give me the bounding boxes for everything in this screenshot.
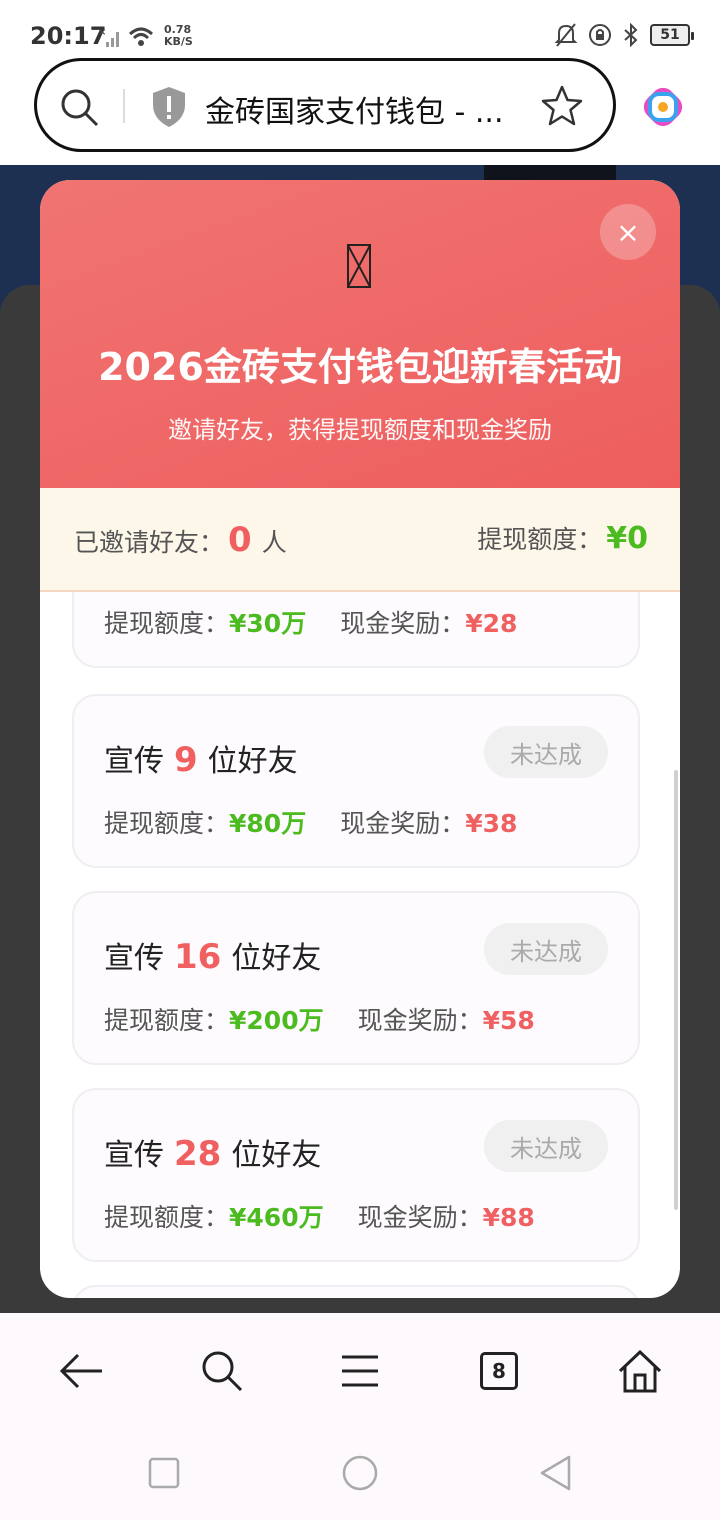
task-count: 9 xyxy=(174,740,198,780)
invited-unit: 人 xyxy=(261,528,287,557)
task-list[interactable]: 提现额度： ¥30万 现金奖励： ¥28 宣传 9 位好友 未达成 提现额度： … xyxy=(40,592,680,1298)
network-indicators: × 0.78 KB/S xyxy=(98,24,193,48)
task-suffix: 位好友 xyxy=(207,744,298,779)
quota-reward-label: 提现额度： xyxy=(104,1203,230,1232)
cash-reward-value: ¥58 xyxy=(482,1006,535,1035)
modal-subtitle: 邀请好友，获得提现额度和现金奖励 xyxy=(168,416,552,444)
withdraw-quota-stat: 提现额度： ¥0 xyxy=(477,520,648,556)
task-card: 宣传 28 位好友 未达成 提现额度： ¥460万 现金奖励： ¥88 xyxy=(72,1088,640,1262)
back-button[interactable] xyxy=(54,1343,110,1399)
task-rewards: 提现额度： ¥200万 现金奖励： ¥58 xyxy=(104,1001,535,1037)
lock-rotation-icon xyxy=(589,24,611,46)
status-bar: 20:17 × 0.78 KB/S 51 xyxy=(0,0,720,60)
cash-reward-value: ¥28 xyxy=(465,609,518,638)
modal-header: × 2026金砖支付钱包迎新春活动 邀请好友，获得提现额度和现金奖励 xyxy=(40,180,680,488)
back-system-button[interactable] xyxy=(536,1453,576,1493)
shield-warning-icon[interactable] xyxy=(149,85,189,129)
net-speed: 0.78 KB/S xyxy=(164,24,193,48)
task-title: 宣传 16 位好友 xyxy=(104,933,321,977)
task-suffix: 位好友 xyxy=(231,941,322,976)
task-title: 宣传 9 位好友 xyxy=(104,736,298,780)
quota-value: ¥0 xyxy=(606,521,648,556)
address-bar[interactable]: 金砖国家支付钱包 - ... xyxy=(34,58,616,152)
invited-count: 0 xyxy=(228,520,252,560)
status-badge: 未达成 xyxy=(484,726,608,778)
cash-reward-label: 现金奖励： xyxy=(340,809,466,838)
invite-stats: 已邀请好友： 0 人 提现额度： ¥0 xyxy=(40,488,680,592)
home-system-button[interactable] xyxy=(340,1453,380,1493)
quota-reward-value: ¥460万 xyxy=(229,1203,324,1232)
status-badge: 未达成 xyxy=(484,1120,608,1172)
task-count: 28 xyxy=(174,1134,222,1174)
menu-icon xyxy=(342,1355,378,1387)
menu-button[interactable] xyxy=(332,1343,388,1399)
cash-reward-value: ¥88 xyxy=(482,1203,535,1232)
home-circle-icon xyxy=(342,1455,378,1491)
page-title[interactable]: 金砖国家支付钱包 - ... xyxy=(205,87,504,131)
search-icon[interactable] xyxy=(59,87,101,129)
home-icon xyxy=(618,1349,662,1393)
close-button[interactable]: × xyxy=(600,204,656,260)
browser-toolbar: 8 xyxy=(0,1313,720,1425)
scrollbar[interactable] xyxy=(674,770,678,1210)
task-rewards: 提现额度： ¥80万 现金奖励： ¥38 xyxy=(104,804,517,840)
quota-reward-value: ¥200万 xyxy=(229,1006,324,1035)
cash-reward-label: 现金奖励： xyxy=(357,1006,483,1035)
battery-icon: 51 xyxy=(650,24,694,46)
search-icon xyxy=(202,1351,243,1392)
search-button[interactable] xyxy=(194,1343,250,1399)
quota-reward-label: 提现额度： xyxy=(104,609,230,638)
task-card xyxy=(72,1285,640,1298)
missing-glyph-icon xyxy=(347,244,371,288)
cash-reward-label: 现金奖励： xyxy=(357,1203,483,1232)
task-prefix: 宣传 xyxy=(104,744,164,779)
task-prefix: 宣传 xyxy=(104,941,164,976)
back-arrow-icon xyxy=(59,1353,102,1389)
cash-reward-label: 现金奖励： xyxy=(340,609,466,638)
bell-muted-icon xyxy=(554,23,578,47)
back-triangle-icon xyxy=(540,1455,571,1491)
promo-modal: × 2026金砖支付钱包迎新春活动 邀请好友，获得提现额度和现金奖励 已邀请好友… xyxy=(40,180,680,1298)
status-badge: 未达成 xyxy=(484,923,608,975)
task-rewards: 提现额度： ¥30万 现金奖励： ¥28 xyxy=(104,604,517,640)
signal-icon: × xyxy=(98,27,119,47)
tabs-button[interactable]: 8 xyxy=(471,1343,527,1399)
tabs-count: 8 xyxy=(480,1352,518,1390)
quota-reward-value: ¥80万 xyxy=(229,809,307,838)
battery-level: 51 xyxy=(660,27,680,43)
browser-extension-icon[interactable] xyxy=(640,84,686,130)
bookmark-star-icon[interactable] xyxy=(539,83,585,129)
address-divider xyxy=(123,89,125,123)
invited-label: 已邀请好友： xyxy=(74,528,225,557)
quota-reward-value: ¥30万 xyxy=(229,609,307,638)
task-card: 提现额度： ¥30万 现金奖励： ¥28 xyxy=(72,592,640,668)
system-navigation xyxy=(0,1425,720,1520)
status-right-icons: 51 xyxy=(554,22,694,48)
task-card: 宣传 16 位好友 未达成 提现额度： ¥200万 现金奖励： ¥58 xyxy=(72,891,640,1065)
cash-reward-value: ¥38 xyxy=(465,809,518,838)
quota-reward-label: 提现额度： xyxy=(104,809,230,838)
quota-reward-label: 提现额度： xyxy=(104,1006,230,1035)
wifi-icon xyxy=(128,27,154,46)
task-card: 宣传 9 位好友 未达成 提现额度： ¥80万 现金奖励： ¥38 xyxy=(72,694,640,868)
net-speed-unit: KB/S xyxy=(164,35,193,48)
invited-friends-stat: 已邀请好友： 0 人 xyxy=(74,520,287,560)
bluetooth-icon xyxy=(624,23,638,47)
recents-button[interactable] xyxy=(144,1453,184,1493)
task-suffix: 位好友 xyxy=(231,1138,322,1173)
task-rewards: 提现额度： ¥460万 现金奖励： ¥88 xyxy=(104,1198,535,1234)
task-prefix: 宣传 xyxy=(104,1138,164,1173)
quota-label: 提现额度： xyxy=(477,525,603,554)
recents-square-icon xyxy=(148,1457,180,1489)
modal-title: 2026金砖支付钱包迎新春活动 xyxy=(98,345,622,389)
home-button[interactable] xyxy=(612,1343,668,1399)
status-time: 20:17 xyxy=(30,22,107,50)
task-title: 宣传 28 位好友 xyxy=(104,1130,321,1174)
svg-text:×: × xyxy=(98,27,106,38)
task-count: 16 xyxy=(174,937,222,977)
